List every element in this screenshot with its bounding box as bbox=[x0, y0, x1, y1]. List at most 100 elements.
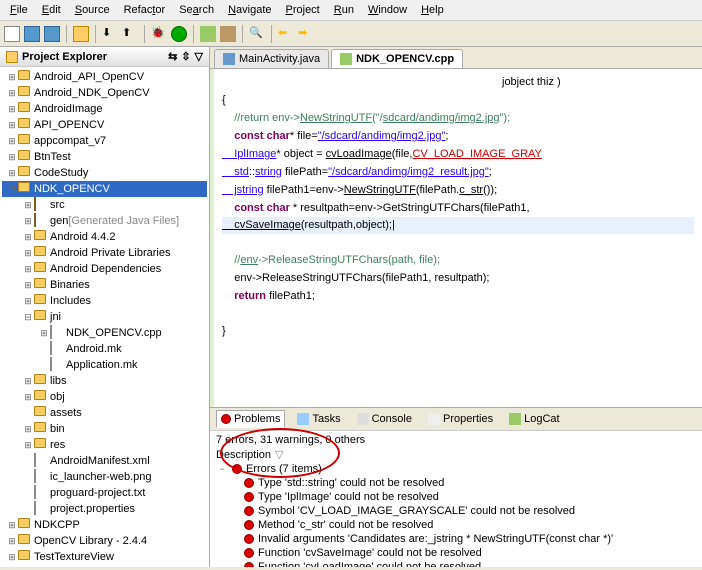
expand-icon[interactable]: ⊞ bbox=[6, 72, 18, 83]
tree-item[interactable]: ⊞appcompat_v7 bbox=[2, 133, 207, 149]
tree-item[interactable]: ⊞AndroidImage bbox=[2, 101, 207, 117]
error-item[interactable]: Method 'c_str' could not be resolved bbox=[216, 518, 696, 532]
expand-icon[interactable]: ⊞ bbox=[6, 168, 18, 179]
code-editor[interactable]: jobject thiz ) { //return env->NewString… bbox=[210, 69, 702, 407]
upload-icon[interactable]: ⬆ bbox=[122, 26, 138, 42]
view-menu-icon[interactable]: ▽ bbox=[195, 50, 203, 63]
tree-item[interactable]: ⊞TestTextureView bbox=[2, 549, 207, 565]
new-icon[interactable] bbox=[4, 26, 20, 42]
tree-item[interactable]: project.properties bbox=[2, 501, 207, 517]
tree-item[interactable]: ⊞API_OPENCV bbox=[2, 117, 207, 133]
problems-view[interactable]: 7 errors, 31 warnings, 0 others Descript… bbox=[210, 431, 702, 567]
tree-item[interactable]: ⊞libs bbox=[2, 373, 207, 389]
tree-item[interactable]: assets bbox=[2, 405, 207, 421]
save-all-icon[interactable] bbox=[44, 26, 60, 42]
tab-properties[interactable]: Properties bbox=[424, 410, 497, 428]
search-icon[interactable]: 🔍 bbox=[249, 26, 265, 42]
tab-problems[interactable]: Problems bbox=[216, 410, 285, 428]
project-tree[interactable]: ⊞Android_API_OpenCV⊞Android_NDK_OpenCV⊞A… bbox=[0, 67, 209, 567]
tree-item[interactable]: ⊞NDKCPP bbox=[2, 517, 207, 533]
error-item[interactable]: Type 'IplImage' could not be resolved bbox=[216, 490, 696, 504]
expand-icon[interactable]: ⊞ bbox=[22, 280, 34, 291]
expand-icon[interactable]: ⊞ bbox=[38, 328, 50, 339]
tree-item[interactable]: ⊞Includes bbox=[2, 293, 207, 309]
expand-icon[interactable]: ⊞ bbox=[6, 152, 18, 163]
run-icon[interactable] bbox=[171, 26, 187, 42]
tree-item[interactable]: ⊞Android_NDK_OpenCV bbox=[2, 85, 207, 101]
collapse-all-icon[interactable]: ⇆ bbox=[168, 50, 177, 63]
expand-icon[interactable]: ⊞ bbox=[6, 136, 18, 147]
expand-icon[interactable]: ⊞ bbox=[22, 216, 34, 227]
tree-item[interactable]: proguard-project.txt bbox=[2, 485, 207, 501]
expand-icon[interactable]: ⊞ bbox=[22, 248, 34, 259]
tree-item[interactable]: ⊞NDK_OPENCV.cpp bbox=[2, 325, 207, 341]
tree-item[interactable]: ⊟jni bbox=[2, 309, 207, 325]
tree-item[interactable]: ⊞OpenCV Library - 2.4.4 bbox=[2, 533, 207, 549]
expand-icon[interactable]: ⊞ bbox=[22, 424, 34, 435]
expand-icon[interactable]: ⊞ bbox=[22, 264, 34, 275]
errors-group[interactable]: −Errors (7 items) bbox=[216, 462, 696, 476]
expand-icon[interactable]: ⊞ bbox=[6, 88, 18, 99]
tree-item[interactable]: ⊞res bbox=[2, 437, 207, 453]
expand-icon[interactable]: ⊞ bbox=[22, 376, 34, 387]
tree-item[interactable]: ic_launcher-web.png bbox=[2, 469, 207, 485]
expand-icon[interactable]: ⊟ bbox=[22, 312, 34, 323]
menu-help[interactable]: Help bbox=[415, 2, 450, 18]
tree-item[interactable]: ⊟NDK_OPENCV bbox=[2, 181, 207, 197]
new-package-icon[interactable] bbox=[220, 26, 236, 42]
menu-project[interactable]: Project bbox=[280, 2, 326, 18]
tree-item[interactable]: ⊞src bbox=[2, 197, 207, 213]
tab-console[interactable]: Console bbox=[353, 410, 416, 428]
error-item[interactable]: Function 'cvLoadImage' could not be reso… bbox=[216, 560, 696, 567]
forward-icon[interactable]: ➡ bbox=[298, 26, 314, 42]
expand-icon[interactable]: ⊞ bbox=[6, 520, 18, 531]
tree-item[interactable]: AndroidManifest.xml bbox=[2, 453, 207, 469]
menu-search[interactable]: Search bbox=[173, 2, 220, 18]
tree-item[interactable]: ⊞gen [Generated Java Files] bbox=[2, 213, 207, 229]
tab-logcat[interactable]: LogCat bbox=[505, 410, 563, 428]
tree-item[interactable]: ⊞Android Dependencies bbox=[2, 261, 207, 277]
tree-item[interactable]: Android.mk bbox=[2, 341, 207, 357]
expand-icon[interactable]: ⊞ bbox=[6, 120, 18, 131]
back-icon[interactable]: ⬅ bbox=[278, 26, 294, 42]
expand-icon[interactable]: ⊞ bbox=[22, 392, 34, 403]
menu-file[interactable]: FFileile bbox=[4, 2, 34, 18]
menu-refactor[interactable]: Refactor bbox=[118, 2, 172, 18]
expand-icon[interactable]: ⊞ bbox=[6, 536, 18, 547]
tree-item[interactable]: ⊞Binaries bbox=[2, 277, 207, 293]
tree-item[interactable]: ⊞CodeStudy bbox=[2, 165, 207, 181]
tab-mainactivity[interactable]: MainActivity.java bbox=[214, 49, 329, 68]
tree-item[interactable]: ⊞BtnTest bbox=[2, 149, 207, 165]
debug-icon[interactable]: 🐞 bbox=[151, 26, 167, 42]
error-item[interactable]: Function 'cvSaveImage' could not be reso… bbox=[216, 546, 696, 560]
tree-item[interactable]: Application.mk bbox=[2, 357, 207, 373]
expand-icon[interactable]: ⊞ bbox=[6, 104, 18, 115]
tree-item[interactable]: ⊞Android Private Libraries bbox=[2, 245, 207, 261]
new-class-icon[interactable] bbox=[200, 26, 216, 42]
tree-item[interactable]: ⊞obj bbox=[2, 389, 207, 405]
expand-icon[interactable]: ⊞ bbox=[22, 296, 34, 307]
error-item[interactable]: Invalid arguments 'Candidates are:_jstri… bbox=[216, 532, 696, 546]
menu-window[interactable]: Window bbox=[362, 2, 413, 18]
error-item[interactable]: Type 'std::string' could not be resolved bbox=[216, 476, 696, 490]
download-icon[interactable]: ⬇ bbox=[102, 26, 118, 42]
expand-icon[interactable]: ⊞ bbox=[22, 440, 34, 451]
expand-icon[interactable]: ⊟ bbox=[6, 184, 18, 195]
error-item[interactable]: Symbol 'CV_LOAD_IMAGE_GRAYSCALE' could n… bbox=[216, 504, 696, 518]
problems-column-header[interactable]: Description ▽ bbox=[216, 447, 696, 462]
expand-icon[interactable]: ⊞ bbox=[22, 232, 34, 243]
menu-source[interactable]: Source bbox=[69, 2, 116, 18]
menu-run[interactable]: Run bbox=[328, 2, 360, 18]
expand-icon[interactable]: ⊞ bbox=[22, 200, 34, 211]
build-icon[interactable] bbox=[73, 26, 89, 42]
menu-edit[interactable]: Edit bbox=[36, 2, 67, 18]
tree-item[interactable]: ⊞Android 4.4.2 bbox=[2, 229, 207, 245]
expand-icon[interactable]: ⊞ bbox=[6, 552, 18, 563]
link-editor-icon[interactable]: ⇳ bbox=[181, 50, 190, 63]
tab-tasks[interactable]: Tasks bbox=[293, 410, 344, 428]
tree-item[interactable]: ⊞Android_API_OpenCV bbox=[2, 69, 207, 85]
tree-item[interactable]: ⊞bin bbox=[2, 421, 207, 437]
save-icon[interactable] bbox=[24, 26, 40, 42]
tab-ndk-opencv[interactable]: NDK_OPENCV.cpp bbox=[331, 49, 463, 68]
menu-navigate[interactable]: Navigate bbox=[222, 2, 277, 18]
